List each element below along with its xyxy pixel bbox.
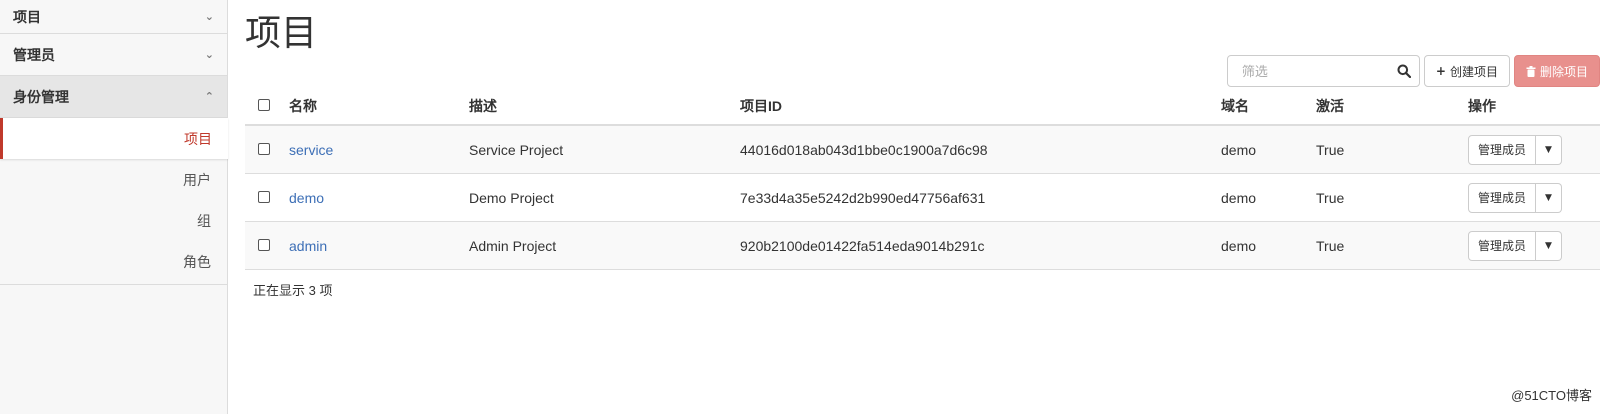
description-cell: Demo Project [469,173,740,222]
enabled-cell: True [1316,125,1468,174]
domain-cell: demo [1221,125,1316,174]
caret-down-icon[interactable]: ▼ [1536,182,1563,213]
chevron-down-icon: ⌄ [204,10,214,23]
project-id-cell: 920b2100de01422fa514eda9014b291c [740,221,1221,270]
table-row: admin Admin Project 920b2100de01422fa514… [245,221,1600,270]
sidebar-item-groups[interactable]: 组 [0,200,227,241]
column-header-project-id[interactable]: 项目ID [740,88,1221,126]
row-checkbox[interactable] [258,190,270,203]
select-all-cell [245,88,289,126]
description-cell: Admin Project [469,221,740,270]
table-item-count: 正在显示 3 项 [253,283,333,298]
enabled-cell: True [1316,221,1468,270]
description-cell: Service Project [469,125,740,174]
sidebar-item-roles[interactable]: 角色 [0,241,227,282]
actions-cell: 管理成员 ▼ [1468,173,1600,222]
domain-cell: demo [1221,221,1316,270]
row-select-cell [245,173,289,222]
row-select-cell [245,221,289,270]
project-id-cell: 7e33d4a35e5242d2b990ed47756af631 [740,173,1221,222]
name-cell: admin [289,221,469,270]
sidebar-section-label: 身份管理 [13,88,69,105]
project-name-link[interactable]: service [289,142,333,158]
name-cell: demo [289,173,469,222]
column-header-name[interactable]: 名称 [289,88,469,126]
actions-cell: 管理成员 ▼ [1468,125,1600,174]
project-id-cell: 44016d018ab043d1bbe0c1900a7d6c98 [740,125,1221,174]
delete-project-label: 删除项目 [1539,64,1588,79]
main-content: 项目 + 创建项目 删除项目 名称 描述 [245,0,1600,414]
projects-table: 名称 描述 项目ID 域名 激活 操作 service Service Proj… [245,88,1600,270]
manage-members-button[interactable]: 管理成员 [1468,230,1537,261]
search-icon[interactable] [1397,64,1411,78]
row-action-group: 管理成员 ▼ [1468,134,1563,165]
enabled-cell: True [1316,173,1468,222]
column-header-enabled[interactable]: 激活 [1316,88,1468,126]
sidebar-section-project[interactable]: 项目 ⌄ [0,0,227,34]
create-project-label: 创建项目 [1449,64,1498,79]
table-header-row: 名称 描述 项目ID 域名 激活 操作 [245,88,1600,126]
project-name-link[interactable]: demo [289,190,324,206]
select-all-checkbox[interactable] [258,99,270,111]
sidebar-section-label: 项目 [13,8,41,25]
table-toolbar: + 创建项目 删除项目 [1226,55,1600,87]
sidebar-section-identity[interactable]: 身份管理 ⌃ [0,76,227,118]
chevron-down-icon: ⌄ [204,48,214,61]
actions-cell: 管理成员 ▼ [1468,221,1600,270]
caret-down-icon[interactable]: ▼ [1536,134,1563,165]
project-name-link[interactable]: admin [289,238,327,254]
table-row: service Service Project 44016d018ab043d1… [245,125,1600,174]
watermark-text: @51CTO博客 [1511,388,1592,403]
search-input[interactable] [1239,62,1397,80]
sidebar-item-users[interactable]: 用户 [0,159,227,200]
table-row: demo Demo Project 7e33d4a35e5242d2b990ed… [245,173,1600,222]
plus-icon: + [1435,64,1446,78]
sidebar-section-label: 管理员 [13,46,55,63]
sidebar-section-admin[interactable]: 管理员 ⌄ [0,34,227,76]
caret-down-icon[interactable]: ▼ [1536,230,1563,261]
chevron-up-icon: ⌃ [204,90,214,103]
delete-project-button[interactable]: 删除项目 [1513,55,1600,87]
row-action-group: 管理成员 ▼ [1468,182,1563,213]
row-checkbox[interactable] [258,142,270,155]
row-checkbox[interactable] [258,238,270,251]
sidebar: 项目 ⌄ 管理员 ⌄ 身份管理 ⌃ 项目 用户 组 角色 [0,0,228,414]
row-action-group: 管理成员 ▼ [1468,230,1563,261]
sidebar-item-projects[interactable]: 项目 [0,118,228,159]
search-box [1226,55,1420,87]
trash-icon [1526,65,1536,77]
create-project-button[interactable]: + 创建项目 [1423,55,1510,87]
manage-members-button[interactable]: 管理成员 [1468,134,1537,165]
domain-cell: demo [1221,173,1316,222]
page-title: 项目 [245,12,318,53]
row-select-cell [245,125,289,174]
identity-submenu: 项目 用户 组 角色 [0,118,228,285]
column-header-description[interactable]: 描述 [469,88,740,126]
column-header-actions: 操作 [1468,88,1600,126]
manage-members-button[interactable]: 管理成员 [1468,182,1537,213]
column-header-domain[interactable]: 域名 [1221,88,1316,126]
name-cell: service [289,125,469,174]
